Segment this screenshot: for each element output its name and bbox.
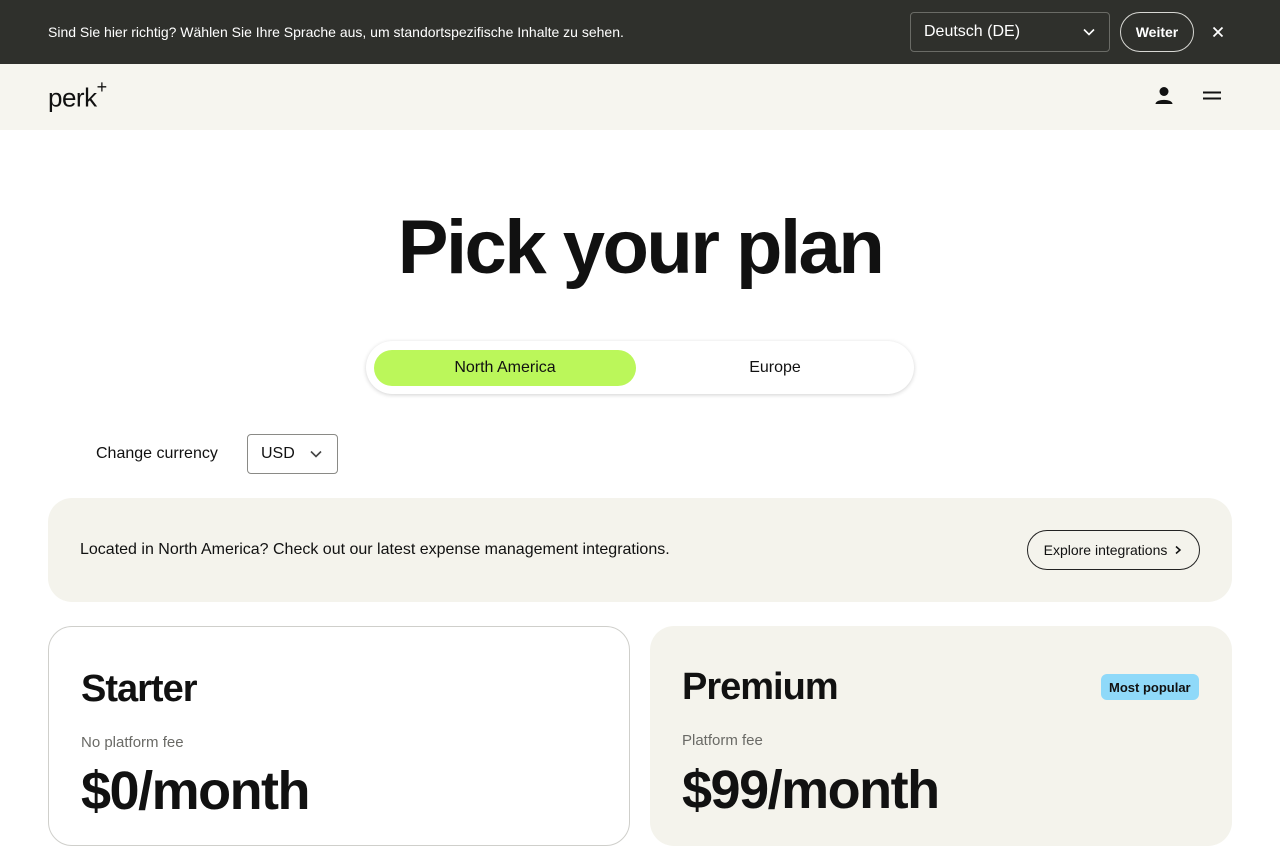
account-button[interactable]	[1150, 82, 1178, 110]
site-header: perk+	[0, 64, 1280, 130]
language-banner-message: Sind Sie hier richtig? Wählen Sie Ihre S…	[48, 24, 624, 40]
plan-card-starter: Starter No platform fee $0/month	[48, 626, 630, 846]
page-title: Pick your plan	[397, 205, 885, 290]
region-tabs: North America Europe	[366, 341, 914, 394]
plan-price: $99/month	[682, 760, 940, 820]
language-banner: Sind Sie hier richtig? Wählen Sie Ihre S…	[0, 0, 1280, 64]
perk-logo[interactable]: perk+	[48, 77, 107, 114]
integrations-banner-text: Located in North America? Check out our …	[80, 541, 670, 558]
continue-button[interactable]: Weiter	[1120, 12, 1194, 52]
close-banner-button[interactable]	[1206, 20, 1230, 44]
plan-name: Starter	[81, 668, 197, 710]
integrations-banner: Located in North America? Check out our …	[48, 498, 1232, 602]
tab-europe[interactable]: Europe	[640, 350, 910, 386]
plan-name: Premium	[682, 666, 839, 708]
language-select-value: Deutsch (DE)	[924, 23, 1021, 40]
logo-mark: +	[96, 77, 108, 97]
tab-north-america[interactable]: North America	[374, 350, 636, 386]
language-select[interactable]: Deutsch (DE)	[910, 12, 1110, 52]
plan-price: $0/month	[81, 761, 311, 821]
user-icon	[1155, 87, 1173, 104]
chevron-right-icon	[1175, 545, 1182, 555]
plan-fee-label: Platform fee	[682, 732, 763, 749]
chevron-down-icon	[310, 450, 322, 458]
currency-select[interactable]: USD	[247, 434, 338, 474]
menu-button[interactable]	[1198, 82, 1226, 110]
plan-card-premium: Premium Most popular Platform fee $99/mo…	[650, 626, 1232, 846]
plan-fee-label: No platform fee	[81, 734, 184, 751]
most-popular-badge: Most popular	[1101, 674, 1199, 700]
logo-text: perk	[48, 82, 97, 113]
explore-integrations-button[interactable]: Explore integrations	[1027, 530, 1200, 570]
currency-label: Change currency	[96, 445, 218, 462]
hamburger-menu-icon	[1203, 91, 1221, 100]
chevron-down-icon	[1083, 28, 1095, 36]
close-icon	[1212, 26, 1224, 38]
explore-integrations-label: Explore integrations	[1043, 542, 1168, 558]
currency-select-value: USD	[261, 445, 295, 462]
